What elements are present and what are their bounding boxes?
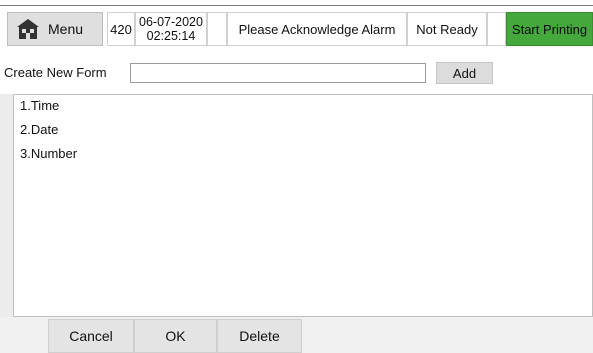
start-printing-button[interactable]: Start Printing xyxy=(506,12,593,46)
left-margin xyxy=(0,94,13,353)
add-button[interactable]: Add xyxy=(436,62,493,84)
alarm-acknowledge-button[interactable]: Please Acknowledge Alarm xyxy=(227,12,407,46)
cancel-button[interactable]: Cancel xyxy=(48,319,134,353)
create-form-label: Create New Form xyxy=(4,65,107,80)
ok-button[interactable]: OK xyxy=(134,319,217,353)
form-name-input[interactable] xyxy=(130,63,426,83)
time-text: 02:25:14 xyxy=(146,29,196,43)
menu-label: Menu xyxy=(48,21,84,37)
date-text: 06-07-2020 xyxy=(139,15,203,29)
form-list[interactable] xyxy=(13,94,593,317)
menu-button[interactable]: Menu xyxy=(7,12,103,46)
top-divider xyxy=(0,5,593,6)
datetime-display: 06-07-2020 02:25:14 xyxy=(135,12,207,46)
blank-indicator-2 xyxy=(487,12,506,46)
status-display: Not Ready xyxy=(407,12,487,46)
home-icon xyxy=(17,19,39,39)
list-item[interactable]: 1.Time xyxy=(20,97,59,115)
list-item[interactable]: 3.Number xyxy=(20,145,77,163)
counter-display: 420 xyxy=(107,12,135,46)
list-item[interactable]: 2.Date xyxy=(20,121,58,139)
delete-button[interactable]: Delete xyxy=(217,319,302,353)
blank-indicator xyxy=(207,12,227,46)
